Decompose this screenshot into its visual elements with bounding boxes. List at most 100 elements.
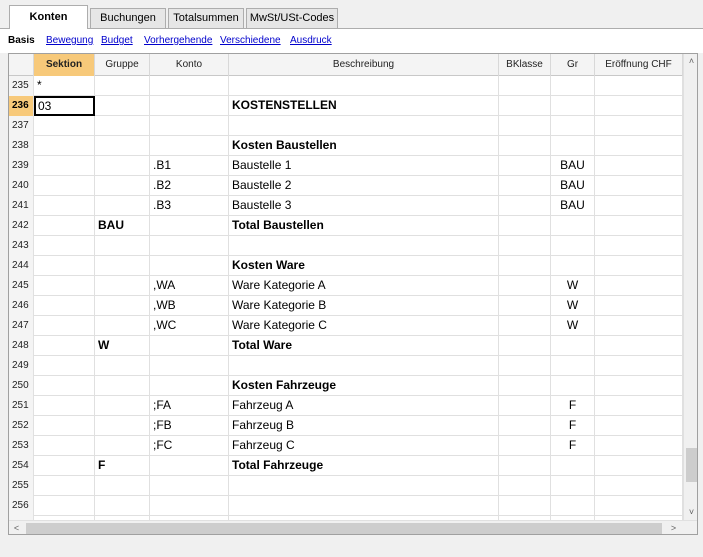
table-row[interactable]: 250 Kosten Fahrzeuge — [9, 376, 683, 396]
cell-eroeffnung[interactable] — [595, 396, 683, 416]
cell-beschreibung[interactable]: Total Baustellen — [229, 216, 499, 236]
horizontal-scroll-thumb[interactable] — [26, 523, 662, 534]
view-verschiedene[interactable]: Verschiedene — [220, 35, 281, 46]
tab-konten[interactable]: Konten — [9, 5, 88, 29]
table-row[interactable]: 241 .B3 Baustelle 3 BAU — [9, 196, 683, 216]
cell-konto[interactable]: ;FB — [150, 416, 229, 436]
cell-beschreibung[interactable] — [229, 476, 499, 496]
cell-eroeffnung[interactable] — [595, 456, 683, 476]
cell-gr[interactable] — [551, 116, 595, 136]
table-row[interactable]: 248 W Total Ware — [9, 336, 683, 356]
table-row[interactable]: 251 ;FA Fahrzeug A F — [9, 396, 683, 416]
table-row[interactable]: 254 F Total Fahrzeuge — [9, 456, 683, 476]
cell-sektion[interactable] — [34, 316, 95, 336]
cell-eroeffnung[interactable] — [595, 336, 683, 356]
tab-mwst-ust-codes[interactable]: MwSt/USt-Codes — [246, 8, 338, 28]
cell-eroeffnung[interactable] — [595, 316, 683, 336]
vertical-scrollbar[interactable]: ˄ ˅ — [683, 54, 697, 520]
cell-beschreibung[interactable]: Kosten Fahrzeuge — [229, 376, 499, 396]
cell-bklasse[interactable] — [499, 336, 551, 356]
cell-beschreibung[interactable]: Fahrzeug B — [229, 416, 499, 436]
cell-beschreibung[interactable] — [229, 496, 499, 516]
cell-gr[interactable] — [551, 476, 595, 496]
view-basis[interactable]: Basis — [8, 35, 35, 46]
table-row[interactable]: 235 * — [9, 76, 683, 96]
cell-konto[interactable] — [150, 116, 229, 136]
cell-sektion[interactable] — [34, 396, 95, 416]
cell-bklasse[interactable] — [499, 156, 551, 176]
cell-gruppe[interactable] — [95, 296, 150, 316]
cell-gr[interactable] — [551, 236, 595, 256]
cell-sektion[interactable] — [34, 356, 95, 376]
cell-eroeffnung[interactable] — [595, 216, 683, 236]
chevron-up-icon[interactable]: ˄ — [684, 54, 697, 69]
cell-eroeffnung[interactable] — [595, 76, 683, 96]
cell-gr[interactable] — [551, 136, 595, 156]
cell-sektion[interactable] — [34, 436, 95, 456]
cell-gr[interactable] — [551, 376, 595, 396]
table-row[interactable]: 247 ,WC Ware Kategorie C W — [9, 316, 683, 336]
cell-gr[interactable]: W — [551, 316, 595, 336]
cell-gr[interactable] — [551, 216, 595, 236]
cell-sektion[interactable] — [34, 236, 95, 256]
cell-eroeffnung[interactable] — [595, 476, 683, 496]
table-row[interactable]: 237 — [9, 116, 683, 136]
cell-sektion[interactable] — [34, 376, 95, 396]
cell-gruppe[interactable] — [95, 156, 150, 176]
cell-gruppe[interactable] — [95, 436, 150, 456]
tab-totalsummen[interactable]: Totalsummen — [168, 8, 244, 28]
cell-sektion[interactable]: 03 — [34, 96, 95, 116]
cell-bklasse[interactable] — [499, 216, 551, 236]
cell-gr[interactable]: BAU — [551, 156, 595, 176]
cell-sektion[interactable] — [34, 196, 95, 216]
cell-konto[interactable]: .B3 — [150, 196, 229, 216]
cell-sektion[interactable] — [34, 156, 95, 176]
cell-gruppe[interactable] — [95, 236, 150, 256]
cell-gruppe[interactable] — [95, 96, 150, 116]
column-header-gruppe[interactable]: Gruppe — [95, 54, 150, 76]
cell-bklasse[interactable] — [499, 496, 551, 516]
cell-eroeffnung[interactable] — [595, 296, 683, 316]
chevron-right-icon[interactable]: ˃ — [666, 521, 681, 534]
cell-gr[interactable] — [551, 496, 595, 516]
view-budget[interactable]: Budget — [101, 35, 133, 46]
cell-beschreibung[interactable]: Baustelle 3 — [229, 196, 499, 216]
cell-sektion[interactable] — [34, 136, 95, 156]
cell-beschreibung[interactable]: Kosten Baustellen — [229, 136, 499, 156]
cell-bklasse[interactable] — [499, 316, 551, 336]
cell-gruppe[interactable] — [95, 496, 150, 516]
column-header-sektion[interactable]: Sektion — [34, 54, 95, 76]
cell-beschreibung[interactable] — [229, 236, 499, 256]
tab-buchungen[interactable]: Buchungen — [90, 8, 166, 28]
cell-gr[interactable]: BAU — [551, 196, 595, 216]
cell-gr[interactable]: W — [551, 296, 595, 316]
cell-sektion[interactable] — [34, 336, 95, 356]
cell-eroeffnung[interactable] — [595, 376, 683, 396]
cell-konto[interactable] — [150, 136, 229, 156]
cell-beschreibung[interactable]: Total Fahrzeuge — [229, 456, 499, 476]
column-header-beschreibung[interactable]: Beschreibung — [229, 54, 499, 76]
chevron-left-icon[interactable]: ˂ — [9, 521, 24, 534]
cell-bklasse[interactable] — [499, 456, 551, 476]
cell-sektion[interactable] — [34, 276, 95, 296]
cell-gr[interactable]: F — [551, 396, 595, 416]
cell-eroeffnung[interactable] — [595, 176, 683, 196]
cell-gruppe[interactable] — [95, 196, 150, 216]
cell-gruppe[interactable] — [95, 316, 150, 336]
cell-konto[interactable] — [150, 76, 229, 96]
cell-beschreibung[interactable]: Ware Kategorie A — [229, 276, 499, 296]
vertical-scroll-thumb[interactable] — [686, 448, 697, 482]
cell-gruppe[interactable] — [95, 256, 150, 276]
cell-bklasse[interactable] — [499, 396, 551, 416]
cell-beschreibung[interactable]: Fahrzeug C — [229, 436, 499, 456]
cell-beschreibung[interactable]: Baustelle 1 — [229, 156, 499, 176]
cell-sektion[interactable] — [34, 256, 95, 276]
cell-gruppe[interactable] — [95, 276, 150, 296]
cell-gr[interactable] — [551, 76, 595, 96]
cell-gruppe[interactable]: BAU — [95, 216, 150, 236]
cell-konto[interactable] — [150, 336, 229, 356]
cell-beschreibung[interactable]: KOSTENSTELLEN — [229, 96, 499, 116]
view-vorhergehende[interactable]: Vorhergehende — [144, 35, 212, 46]
cell-gruppe[interactable] — [95, 416, 150, 436]
cell-gr[interactable]: F — [551, 416, 595, 436]
